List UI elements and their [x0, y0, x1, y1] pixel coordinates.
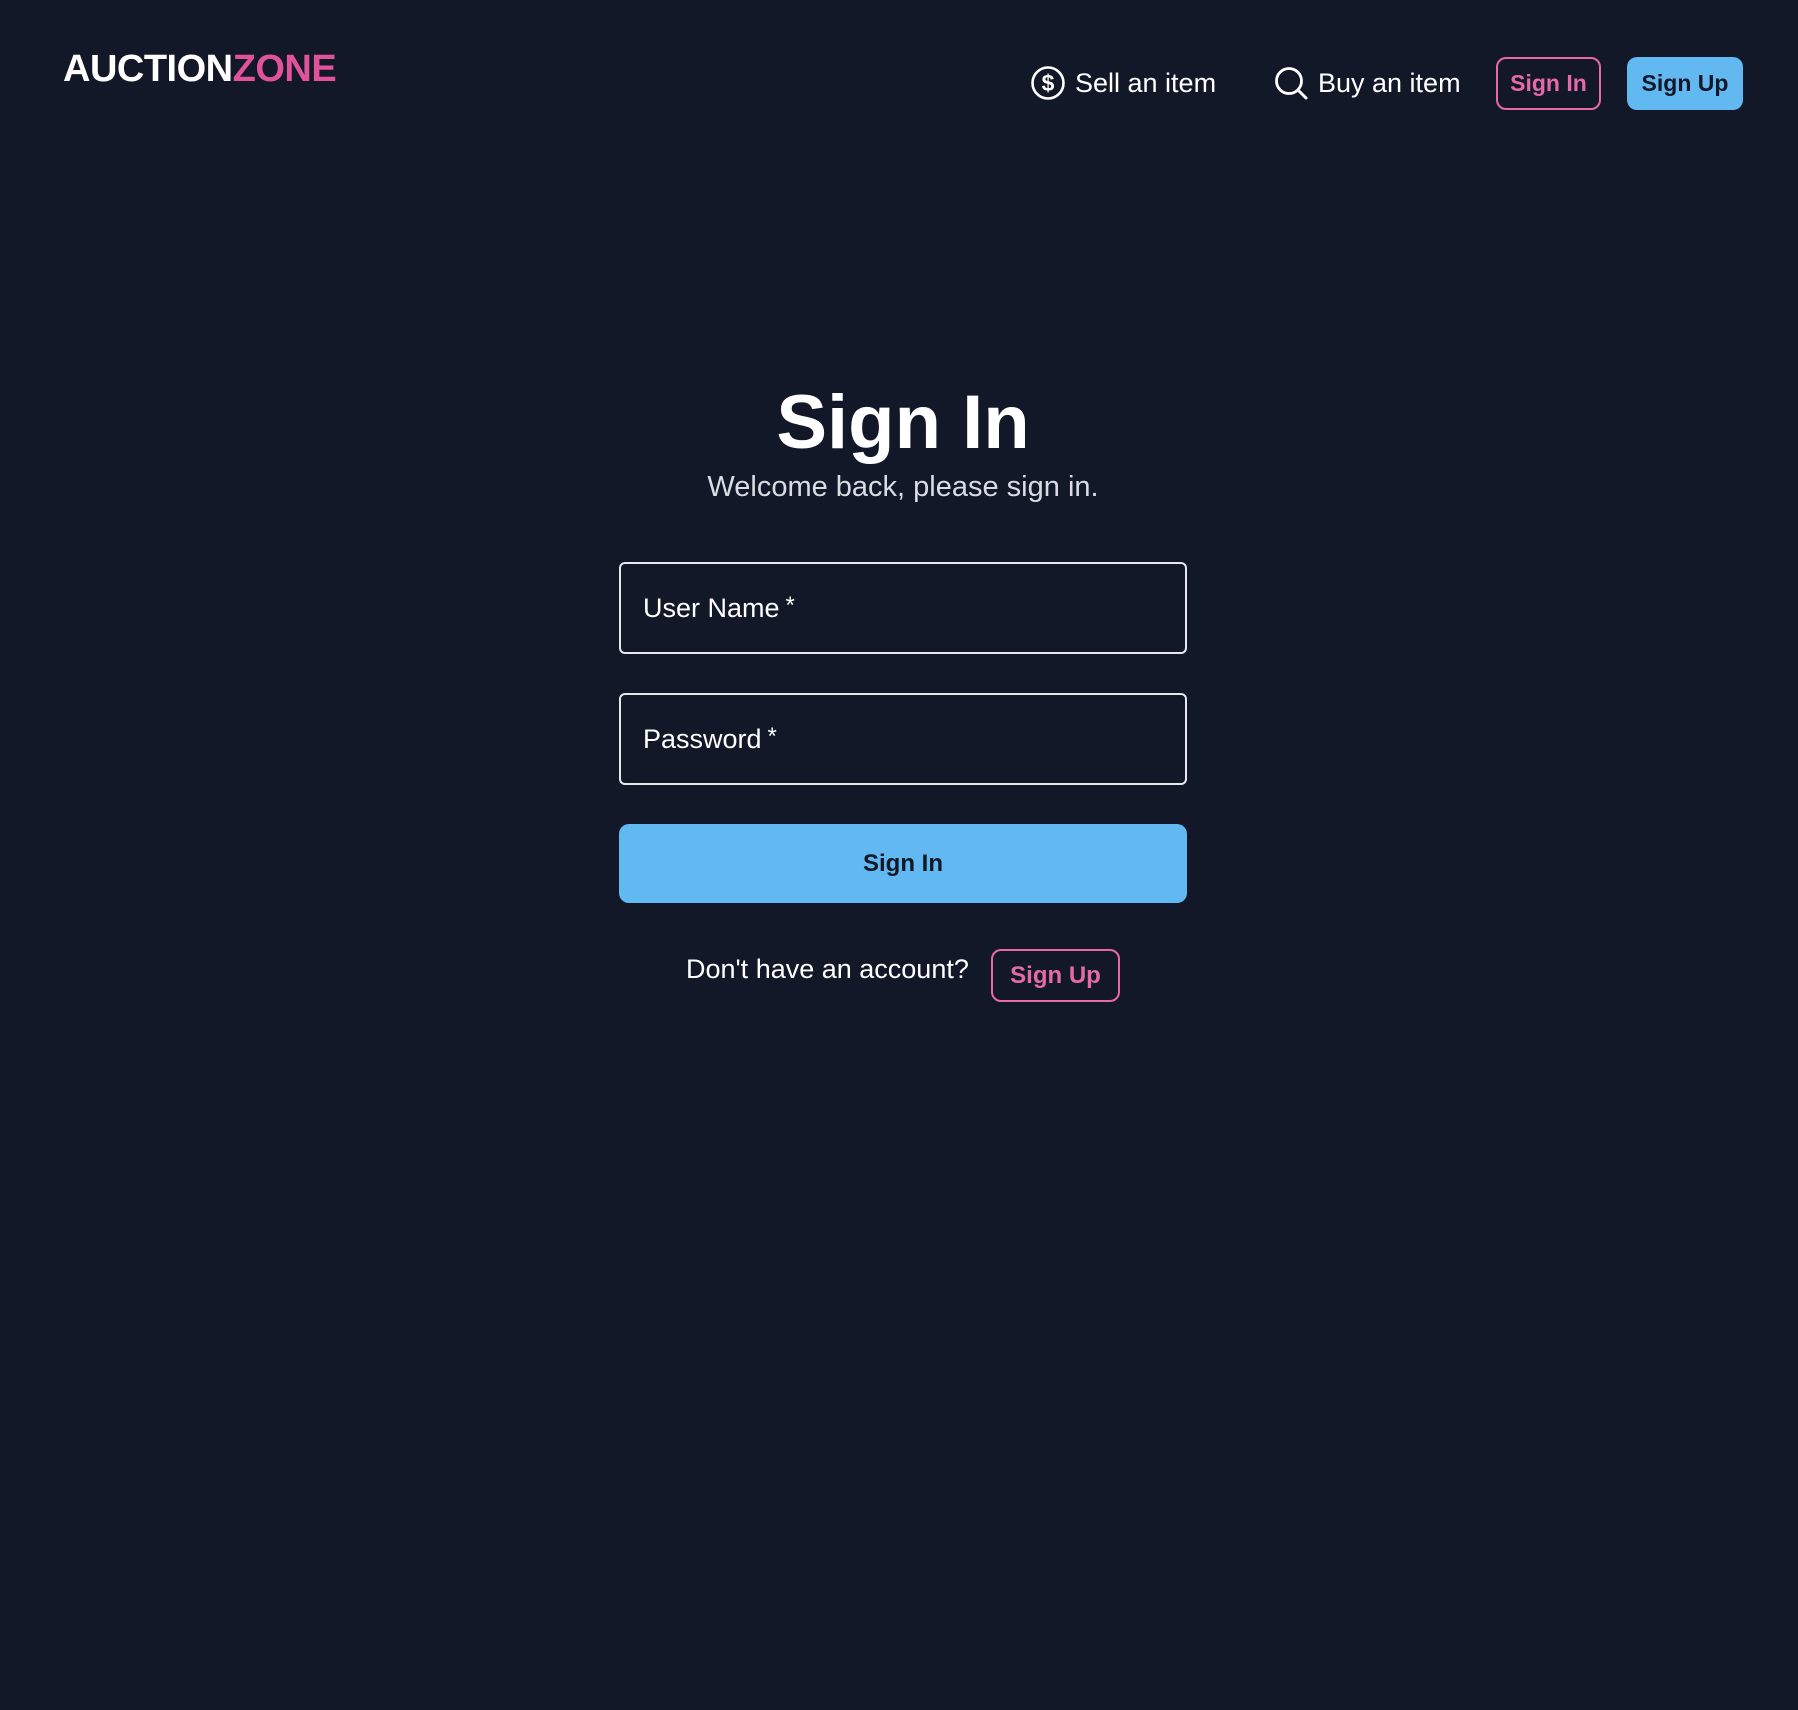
header-sign-up-button[interactable]: Sign Up: [1627, 57, 1743, 110]
dollar-circle-icon: $: [1030, 65, 1066, 101]
password-field[interactable]: Password *: [619, 693, 1187, 785]
form-sign-up-button[interactable]: Sign Up: [991, 949, 1120, 1002]
sell-item-label: Sell an item: [1075, 67, 1217, 98]
password-input[interactable]: [621, 695, 1185, 783]
search-icon: [1273, 65, 1309, 101]
logo-part-zone: ZONE: [232, 48, 337, 90]
page-title: Sign In: [776, 380, 1030, 465]
no-account-prompt: Don't have an account?: [686, 954, 969, 984]
sell-item-link[interactable]: $ Sell an item: [1030, 62, 1216, 104]
buy-item-label: Buy an item: [1318, 67, 1461, 98]
svg-text:$: $: [1042, 70, 1055, 96]
logo-part-auction: AUCTION: [63, 48, 233, 90]
header-sign-in-button[interactable]: Sign In: [1496, 57, 1601, 110]
sign-in-submit-button[interactable]: Sign In: [619, 824, 1187, 903]
logo[interactable]: AUCTIONZONE: [63, 48, 337, 91]
page-subtitle: Welcome back, please sign in.: [707, 471, 1099, 503]
username-input[interactable]: [621, 564, 1185, 652]
buy-item-link[interactable]: Buy an item: [1273, 62, 1461, 104]
username-field[interactable]: User Name *: [619, 562, 1187, 654]
top-nav-bar: AUCTIONZONE $ Sell an item Buy an item S…: [0, 0, 1798, 150]
